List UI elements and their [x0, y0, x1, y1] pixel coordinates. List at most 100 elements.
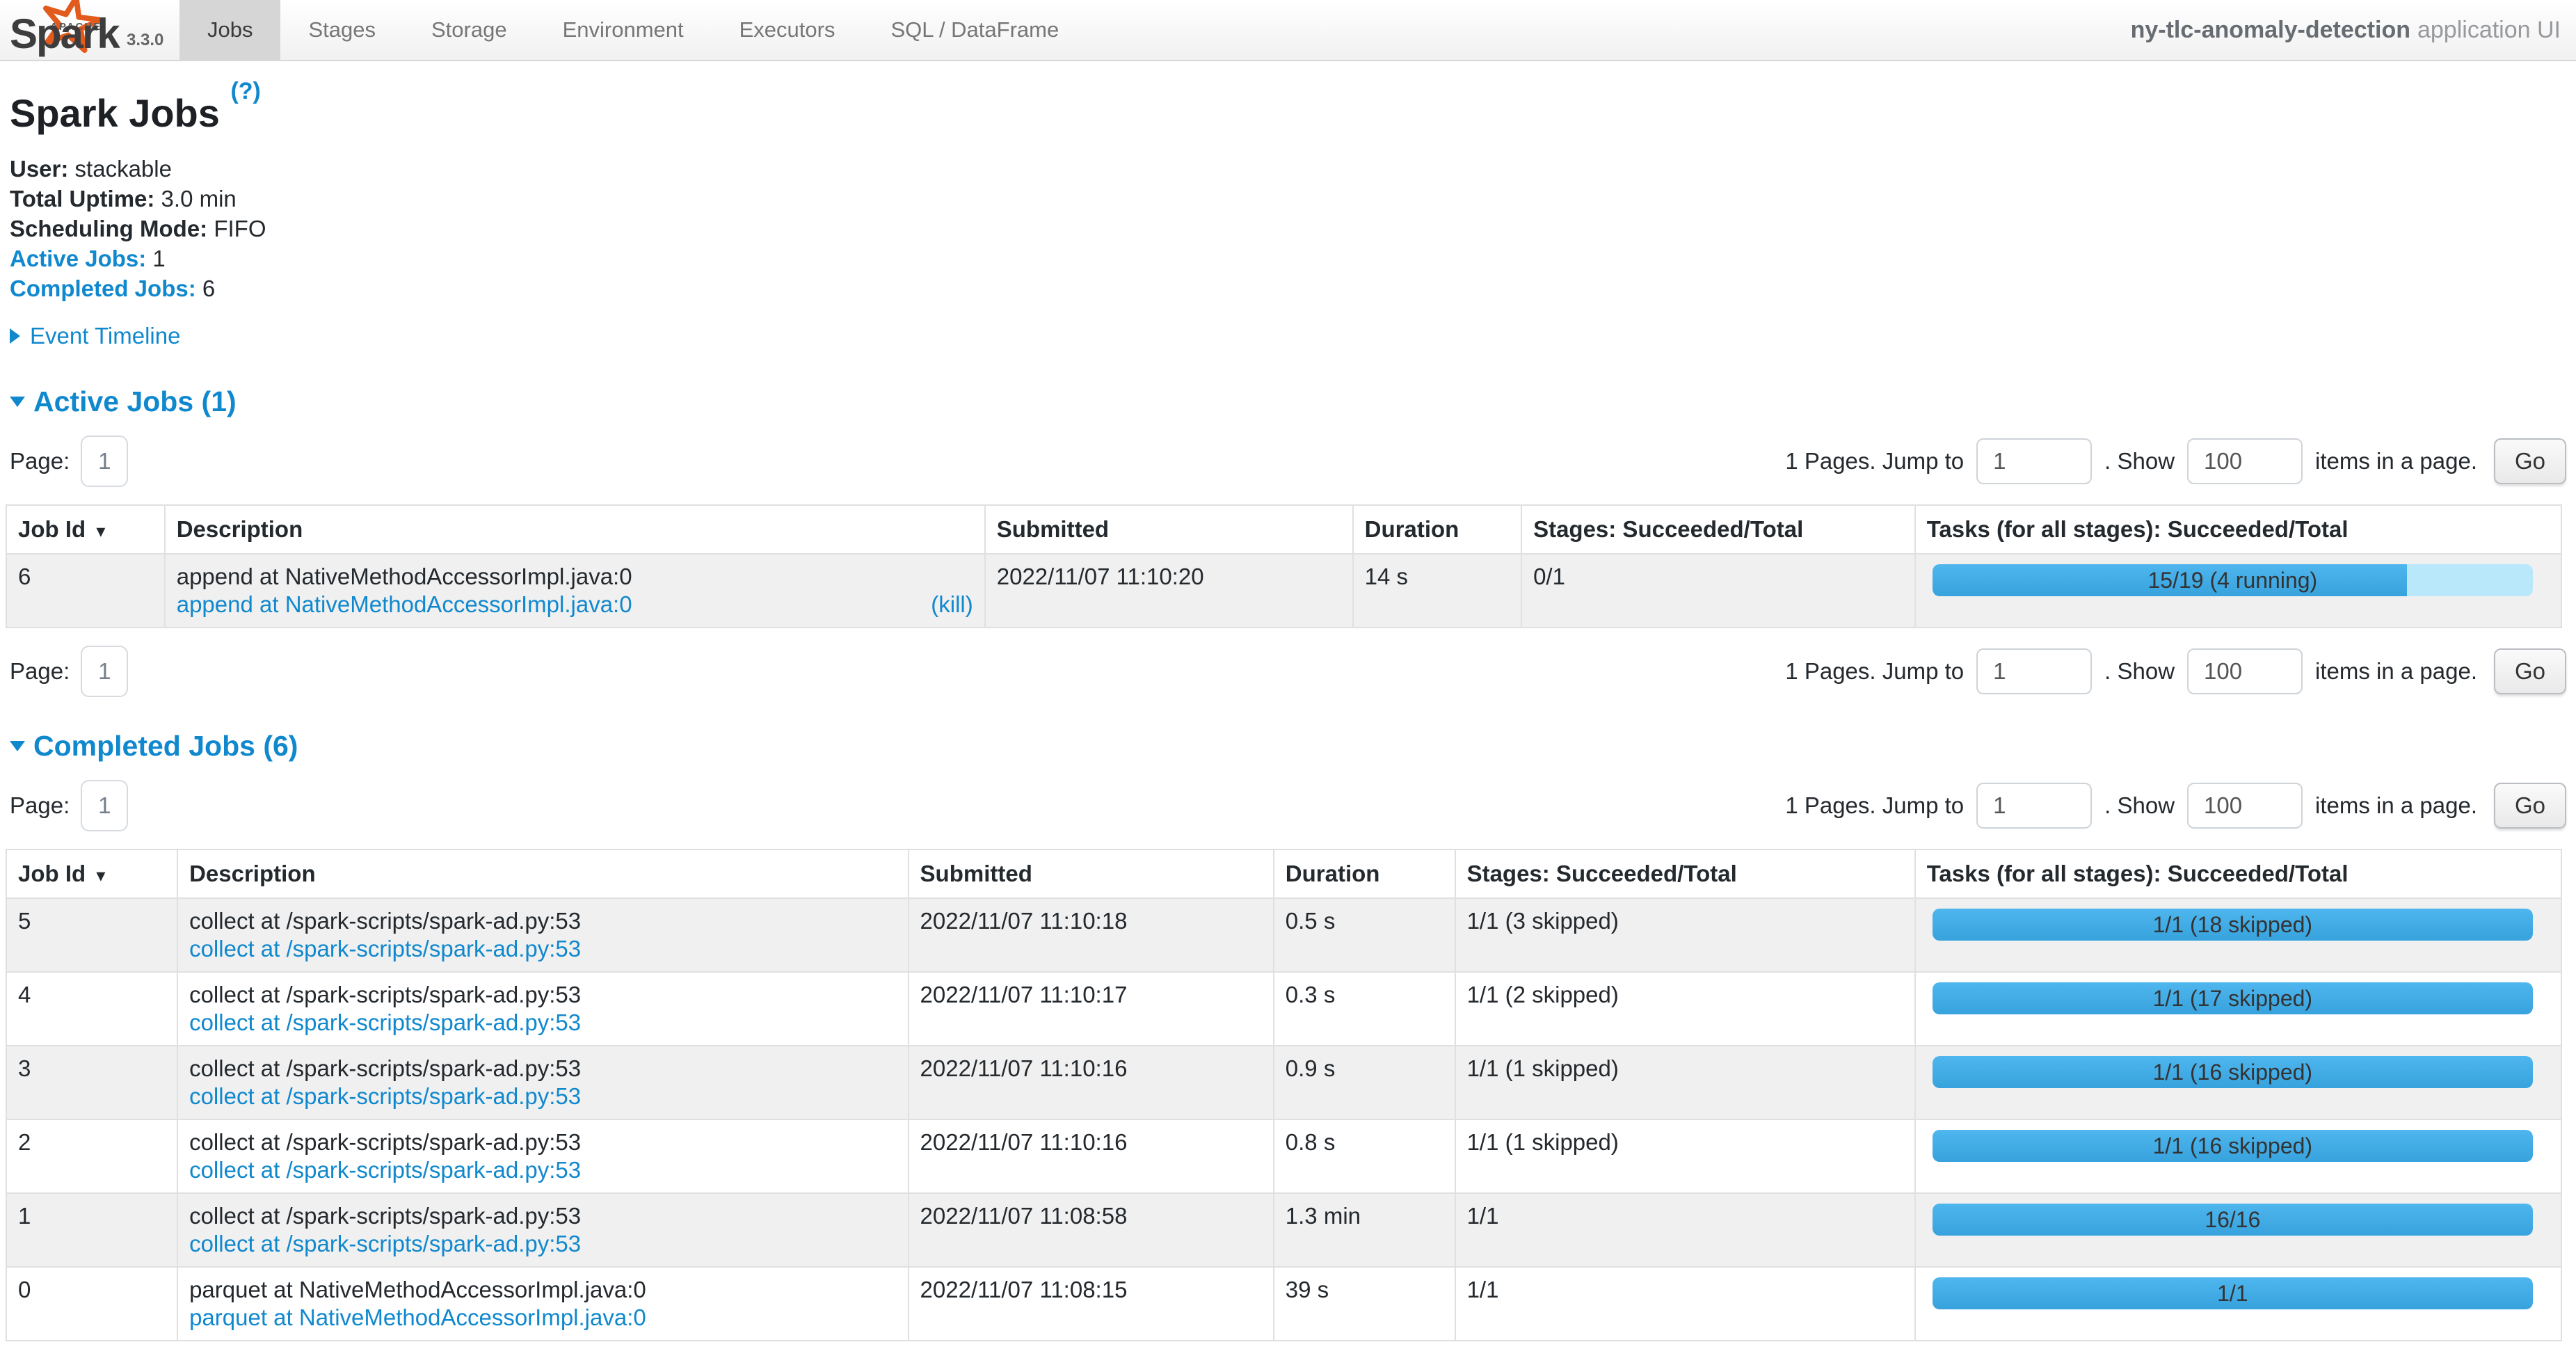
- summary-item: Total Uptime: 3.0 min: [10, 184, 2566, 214]
- job-description-link[interactable]: collect at /spark-scripts/spark-ad.py:53: [189, 1083, 581, 1110]
- summary-link-label[interactable]: Active Jobs:: [10, 246, 146, 271]
- duration-cell: 0.5 s: [1274, 898, 1455, 972]
- description-cell: append at NativeMethodAccessorImpl.java:…: [165, 554, 985, 628]
- spark-version: 3.3.0: [127, 31, 163, 50]
- summary-item: Completed Jobs: 6: [10, 273, 2566, 303]
- expanded-arrow-icon: [10, 741, 25, 751]
- spark-logo[interactable]: APACHE Spark 3.3.0: [0, 0, 179, 60]
- summary-value: 6: [196, 276, 216, 301]
- collapsed-arrow-icon: [10, 328, 20, 344]
- description-cell: collect at /spark-scripts/spark-ad.py:53…: [177, 898, 908, 972]
- tasks-cell: 1/1 (16 skipped): [1915, 1119, 2561, 1193]
- duration-cell: 1.3 min: [1274, 1193, 1455, 1267]
- pagination-bar: Page:11 Pages. Jump to. Showitems in a p…: [10, 645, 2566, 698]
- column-header-duration[interactable]: Duration: [1353, 505, 1521, 554]
- stages-cell: 1/1 (2 skipped): [1455, 972, 1915, 1046]
- description-cell: collect at /spark-scripts/spark-ad.py:53…: [177, 1119, 908, 1193]
- completed-jobs-heading[interactable]: Completed Jobs (6): [10, 730, 2566, 763]
- duration-cell: 0.8 s: [1274, 1119, 1455, 1193]
- go-button[interactable]: Go: [2494, 648, 2566, 694]
- event-timeline-label: Event Timeline: [30, 323, 180, 349]
- pages-total-text: 1 Pages. Jump to: [1785, 448, 1964, 474]
- job-description-link[interactable]: collect at /spark-scripts/spark-ad.py:53: [189, 1156, 581, 1184]
- column-header-stages[interactable]: Stages: Succeeded/Total: [1455, 849, 1915, 898]
- progress-label: 15/19 (4 running): [1933, 564, 2533, 596]
- completed-jobs-table: Job Id ▾DescriptionSubmittedDurationStag…: [6, 849, 2562, 1341]
- kill-link[interactable]: (kill): [931, 591, 973, 618]
- job-description-link[interactable]: collect at /spark-scripts/spark-ad.py:53: [189, 1230, 581, 1258]
- tab-sql-dataframe[interactable]: SQL / DataFrame: [863, 0, 1087, 60]
- submitted-cell: 2022/11/07 11:10:20: [985, 554, 1353, 628]
- job-id-cell: 4: [6, 972, 177, 1046]
- tab-storage[interactable]: Storage: [403, 0, 535, 60]
- duration-cell: 14 s: [1353, 554, 1521, 628]
- summary-value: FIFO: [207, 216, 266, 241]
- column-header-tasks[interactable]: Tasks (for all stages): Succeeded/Total: [1915, 505, 2561, 554]
- job-id-cell: 3: [6, 1046, 177, 1119]
- task-progress-bar: 1/1 (16 skipped): [1933, 1130, 2533, 1162]
- column-header-description[interactable]: Description: [165, 505, 985, 554]
- sort-desc-icon: ▾: [91, 520, 105, 541]
- column-header-submitted[interactable]: Submitted: [909, 849, 1274, 898]
- go-button[interactable]: Go: [2494, 438, 2566, 484]
- submitted-cell: 2022/11/07 11:10:17: [909, 972, 1274, 1046]
- help-link[interactable]: (?): [230, 78, 260, 104]
- job-description-link[interactable]: append at NativeMethodAccessorImpl.java:…: [177, 591, 632, 618]
- submitted-cell: 2022/11/07 11:08:15: [909, 1267, 1274, 1341]
- table-row: 6 append at NativeMethodAccessorImpl.java…: [6, 554, 2561, 628]
- submitted-cell: 2022/11/07 11:10:16: [909, 1119, 1274, 1193]
- jump-to-input[interactable]: [1976, 648, 2092, 694]
- job-description-link[interactable]: parquet at NativeMethodAccessorImpl.java…: [189, 1304, 646, 1332]
- show-items-input[interactable]: [2187, 438, 2303, 484]
- duration-cell: 0.9 s: [1274, 1046, 1455, 1119]
- job-description-link[interactable]: collect at /spark-scripts/spark-ad.py:53: [189, 1009, 581, 1037]
- show-items-input[interactable]: [2187, 783, 2303, 829]
- description-cell: parquet at NativeMethodAccessorImpl.java…: [177, 1267, 908, 1341]
- pagination-bar: Page:11 Pages. Jump to. Showitems in a p…: [10, 779, 2566, 832]
- job-description-text: collect at /spark-scripts/spark-ad.py:53: [189, 1202, 896, 1230]
- expanded-arrow-icon: [10, 397, 25, 407]
- progress-label: 1/1 (18 skipped): [1933, 909, 2533, 941]
- active-jobs-heading[interactable]: Active Jobs (1): [10, 385, 2566, 418]
- nav-tabs: JobsStagesStorageEnvironmentExecutorsSQL…: [179, 0, 1087, 60]
- summary-label: User:: [10, 156, 68, 182]
- summary-list: User: stackableTotal Uptime: 3.0 minSche…: [10, 154, 2566, 303]
- tasks-cell: 1/1 (16 skipped): [1915, 1046, 2561, 1119]
- active-jobs-heading-text: Active Jobs (1): [33, 385, 237, 418]
- column-header-job[interactable]: Job Id ▾: [6, 849, 177, 898]
- page-indicator[interactable]: 1: [81, 436, 128, 487]
- column-header-stages[interactable]: Stages: Succeeded/Total: [1521, 505, 1915, 554]
- tab-stages[interactable]: Stages: [280, 0, 403, 60]
- job-id-cell: 6: [6, 554, 165, 628]
- tab-executors[interactable]: Executors: [712, 0, 863, 60]
- progress-label: 1/1 (16 skipped): [1933, 1130, 2533, 1162]
- stages-cell: 1/1 (1 skipped): [1455, 1046, 1915, 1119]
- pages-total-text: 1 Pages. Jump to: [1785, 658, 1964, 685]
- stages-cell: 1/1: [1455, 1193, 1915, 1267]
- show-label: . Show: [2104, 792, 2175, 819]
- jump-to-input[interactable]: [1976, 783, 2092, 829]
- tab-environment[interactable]: Environment: [535, 0, 712, 60]
- pagination-bar: Page:11 Pages. Jump to. Showitems in a p…: [10, 435, 2566, 488]
- page-indicator[interactable]: 1: [81, 780, 128, 831]
- show-items-input[interactable]: [2187, 648, 2303, 694]
- job-description-link[interactable]: collect at /spark-scripts/spark-ad.py:53: [189, 935, 581, 963]
- submitted-cell: 2022/11/07 11:10:18: [909, 898, 1274, 972]
- tab-jobs[interactable]: Jobs: [179, 0, 280, 60]
- column-header-duration[interactable]: Duration: [1274, 849, 1455, 898]
- go-button[interactable]: Go: [2494, 783, 2566, 829]
- page-indicator[interactable]: 1: [81, 646, 128, 697]
- column-header-description[interactable]: Description: [177, 849, 908, 898]
- summary-link-label[interactable]: Completed Jobs:: [10, 276, 196, 301]
- event-timeline-toggle[interactable]: Event Timeline: [10, 323, 2566, 349]
- jump-to-input[interactable]: [1976, 438, 2092, 484]
- column-header-submitted[interactable]: Submitted: [985, 505, 1353, 554]
- column-header-job[interactable]: Job Id ▾: [6, 505, 165, 554]
- job-id-cell: 5: [6, 898, 177, 972]
- page-label: Page:: [10, 448, 70, 474]
- sort-desc-icon: ▾: [91, 865, 105, 886]
- submitted-cell: 2022/11/07 11:10:16: [909, 1046, 1274, 1119]
- column-header-tasks[interactable]: Tasks (for all stages): Succeeded/Total: [1915, 849, 2561, 898]
- tasks-cell: 1/1 (17 skipped): [1915, 972, 2561, 1046]
- job-description-text: collect at /spark-scripts/spark-ad.py:53: [189, 981, 896, 1009]
